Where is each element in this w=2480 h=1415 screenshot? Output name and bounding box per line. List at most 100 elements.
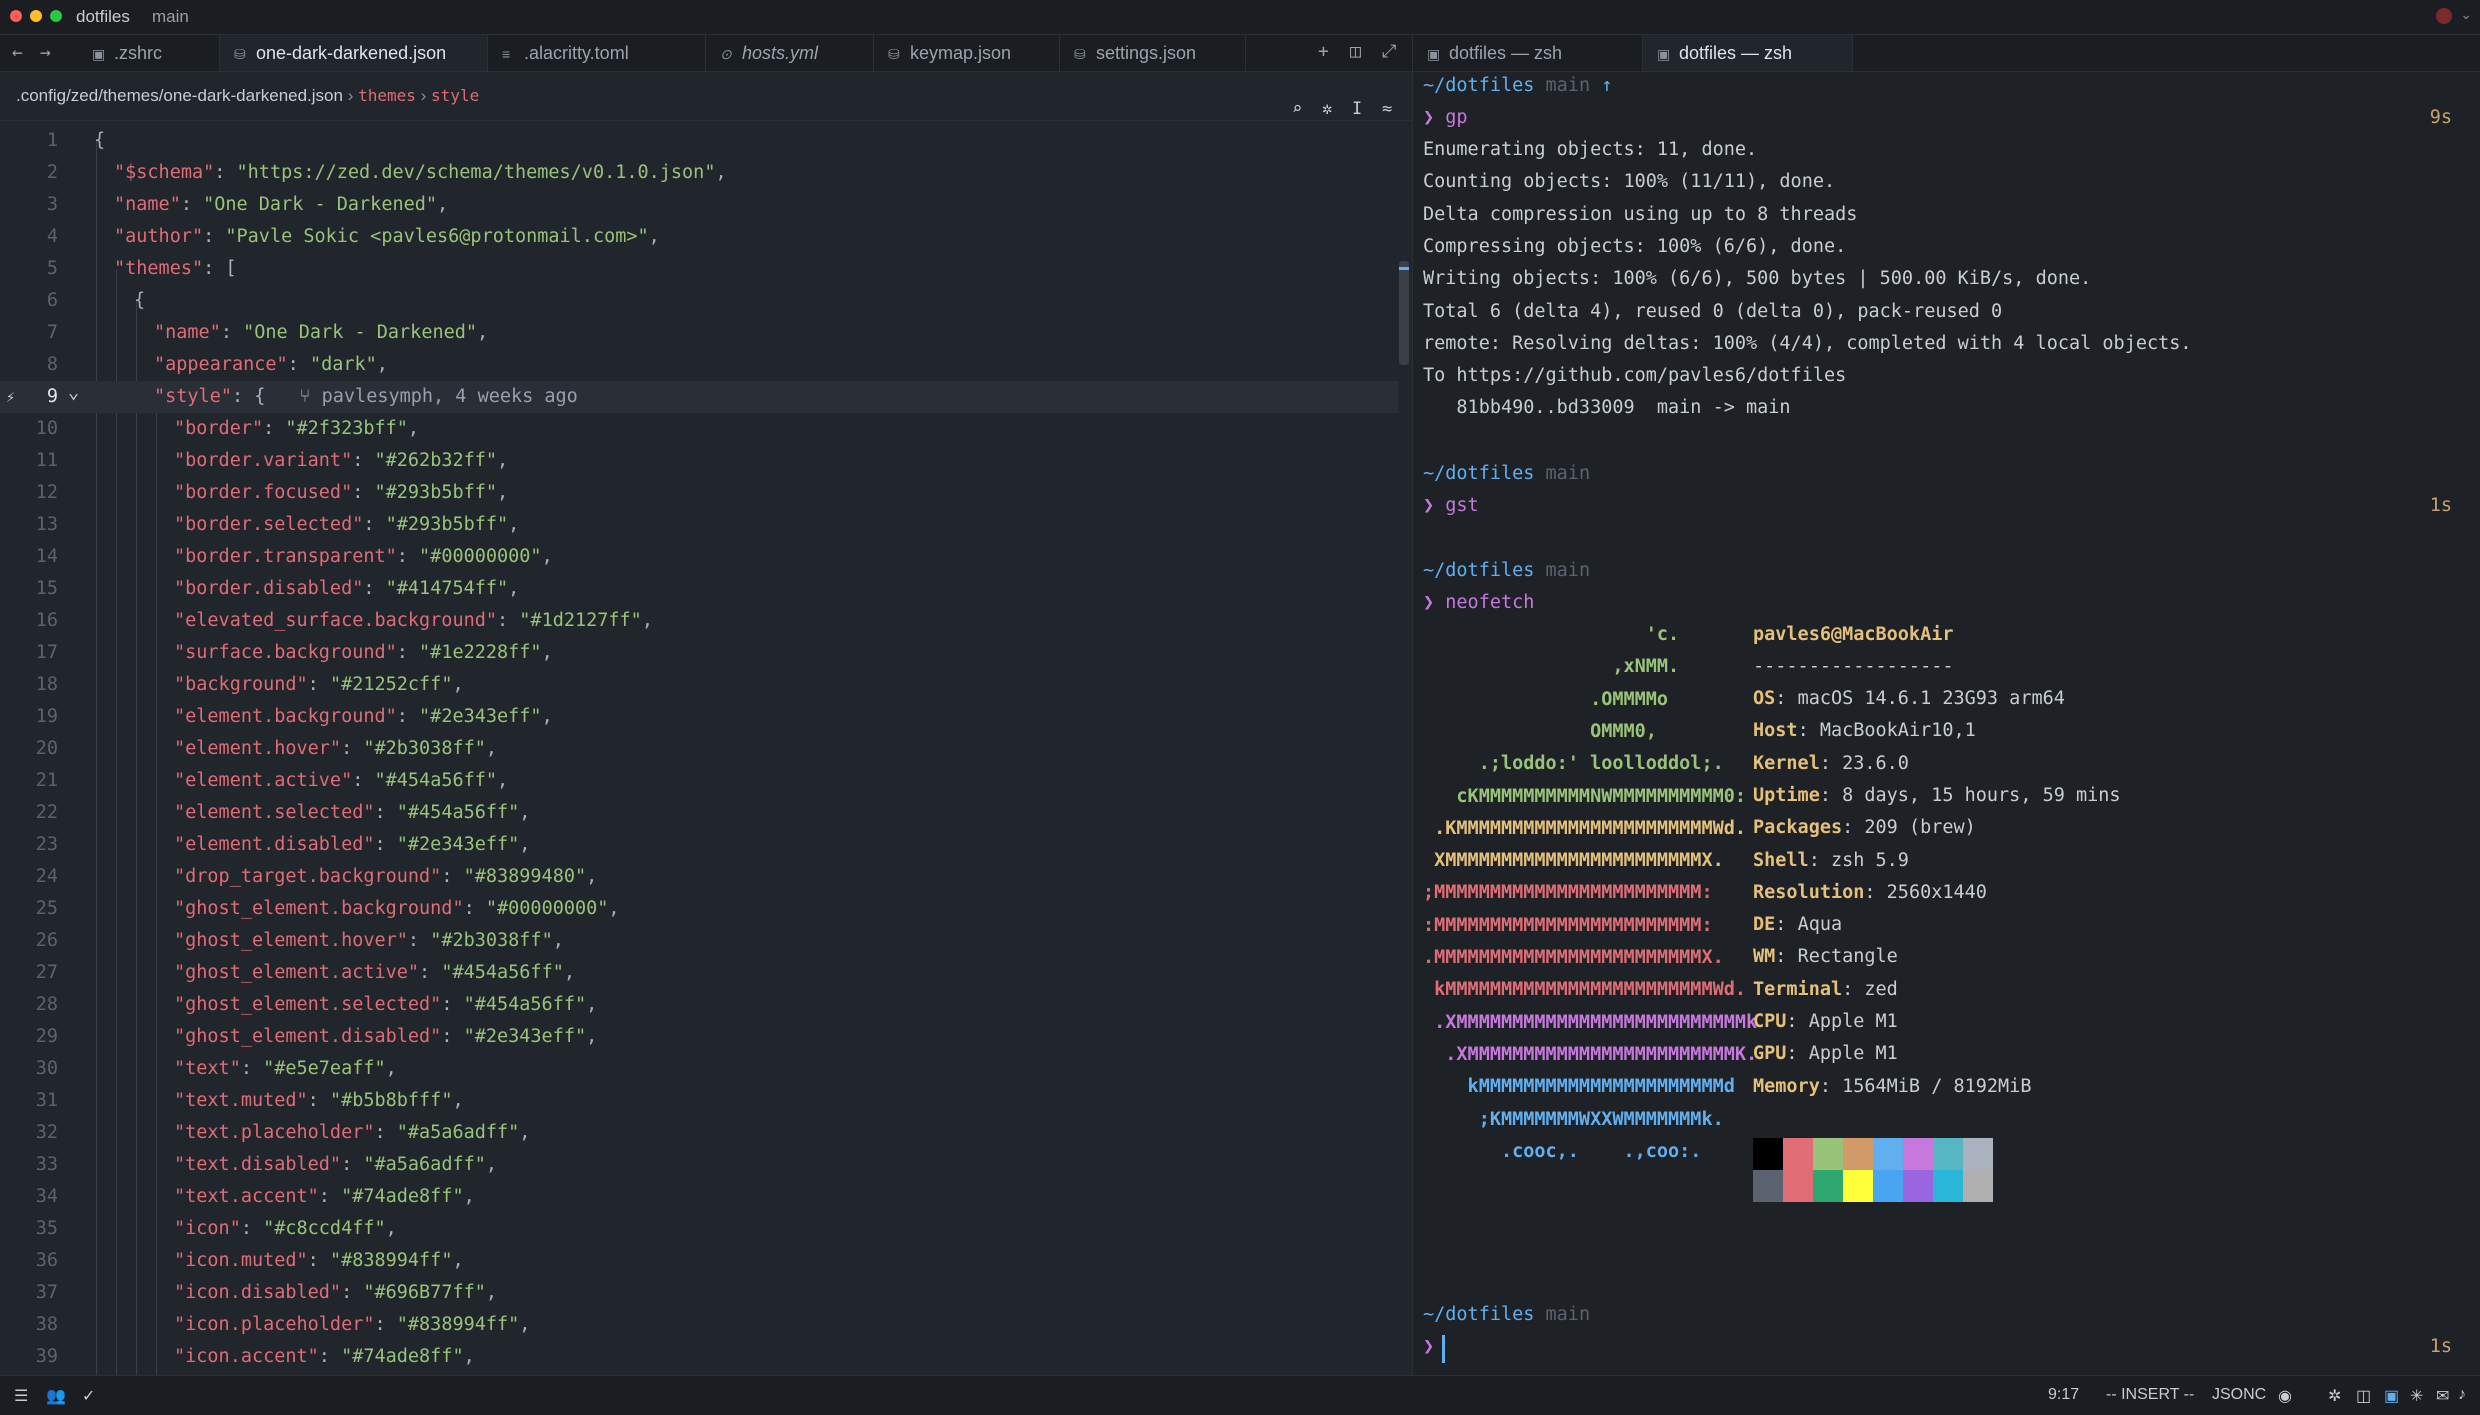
line-number[interactable]: 20 <box>0 733 58 765</box>
line-number[interactable]: 36 <box>0 1245 58 1277</box>
code-line[interactable]: 27 "ghost_element.active": "#454a56ff", <box>0 957 1398 989</box>
line-number[interactable]: 15 <box>0 573 58 605</box>
code-line[interactable]: 13 "border.selected": "#293b5bff", <box>0 509 1398 541</box>
code-line[interactable]: 33 "text.disabled": "#a5a6adff", <box>0 1149 1398 1181</box>
back-arrow-icon[interactable]: ← <box>12 42 23 63</box>
bell-icon[interactable]: ♪ <box>2458 1386 2466 1404</box>
code-line[interactable]: 6{ <box>0 285 1398 317</box>
split-pane-icon[interactable]: ◫ <box>1350 41 1361 62</box>
breadcrumb-style[interactable]: style <box>431 86 479 105</box>
git-blame-annotation[interactable]: ⑂ pavlesymph, 4 weeks ago <box>299 386 577 407</box>
code-line[interactable]: 19 "element.background": "#2e343eff", <box>0 701 1398 733</box>
line-number[interactable]: 29 <box>0 1021 58 1053</box>
line-number[interactable]: 22 <box>0 797 58 829</box>
code-line[interactable]: 9 ⚡ ⌄ "style": {⑂ pavlesymph, 4 weeks ago <box>0 381 1398 413</box>
code-line[interactable]: 1{ <box>0 125 1398 157</box>
line-number[interactable]: 35 <box>0 1213 58 1245</box>
copilot-icon[interactable]: ◉ <box>2278 1386 2292 1406</box>
tab-one-dark-darkened-json[interactable]: ⛁ one-dark-darkened.json <box>220 35 488 71</box>
code-line[interactable]: 17 "surface.background": "#1e2228ff", <box>0 637 1398 669</box>
terminal-icon[interactable]: ▣ <box>2384 1386 2399 1406</box>
code-line[interactable]: 3 "name": "One Dark - Darkened", <box>0 189 1398 221</box>
fold-chevron-icon[interactable]: ⌄ <box>68 377 79 409</box>
line-number[interactable]: 10 <box>0 413 58 445</box>
code-line[interactable]: 5 "themes": [ <box>0 253 1398 285</box>
code-line[interactable]: 15 "border.disabled": "#414754ff", <box>0 573 1398 605</box>
code-line[interactable]: 16 "elevated_surface.background": "#1d212… <box>0 605 1398 637</box>
line-number[interactable]: 1 <box>0 125 58 157</box>
line-number[interactable]: 30 <box>0 1053 58 1085</box>
project-name[interactable]: dotfiles <box>76 7 130 27</box>
debug-icon[interactable]: ✳ <box>2410 1386 2423 1406</box>
line-number[interactable]: 8 <box>0 349 58 381</box>
tab-keymap-json[interactable]: ⛁ keymap.json <box>874 35 1060 71</box>
code-line[interactable]: 10 "border": "#2f323bff", <box>0 413 1398 445</box>
line-number[interactable]: 28 <box>0 989 58 1021</box>
line-number[interactable]: 24 <box>0 861 58 893</box>
terminal-tab-1[interactable]: ▣ dotfiles — zsh <box>1413 35 1643 71</box>
line-number[interactable]: 31 <box>0 1085 58 1117</box>
breadcrumb-path[interactable]: .config/zed/themes/one-dark-darkened.jso… <box>16 86 343 105</box>
code-line[interactable]: 23 "element.disabled": "#2e343eff", <box>0 829 1398 861</box>
code-line[interactable]: 21 "element.active": "#454a56ff", <box>0 765 1398 797</box>
assistant-icon[interactable]: ✲ <box>2328 1386 2341 1406</box>
split-icon[interactable]: ◫ <box>2356 1386 2371 1406</box>
chevron-down-icon[interactable]: ⌄ <box>2460 6 2472 23</box>
line-number[interactable]: 25 <box>0 893 58 925</box>
tab-hosts-yml[interactable]: ⊙ hosts.yml <box>706 35 874 71</box>
zoom-window-button[interactable] <box>50 10 62 22</box>
maximize-icon[interactable]: ⤢ <box>1382 41 1396 62</box>
line-number[interactable]: 14 <box>0 541 58 573</box>
code-line[interactable]: 24 "drop_target.background": "#83899480", <box>0 861 1398 893</box>
branch-name[interactable]: main <box>152 7 189 27</box>
forward-arrow-icon[interactable]: → <box>40 42 51 63</box>
code-line[interactable]: 8 "appearance": "dark", <box>0 349 1398 381</box>
line-number[interactable]: 23 <box>0 829 58 861</box>
language-selector[interactable]: JSONC <box>2212 1386 2266 1404</box>
line-number[interactable]: 2 <box>0 157 58 189</box>
code-line[interactable]: 18 "background": "#21252cff", <box>0 669 1398 701</box>
tab-alacritty-toml[interactable]: ≡ .alacritty.toml <box>488 35 706 71</box>
new-tab-icon[interactable]: + <box>1318 41 1329 62</box>
line-number[interactable]: 11 <box>0 445 58 477</box>
terminal[interactable]: ~/dotfiles main ↑ ❯ gp 9s Enumerating ob… <box>1413 72 2480 1375</box>
line-number[interactable]: 34 <box>0 1181 58 1213</box>
line-number[interactable]: 18 <box>0 669 58 701</box>
code-line[interactable]: 32 "text.placeholder": "#a5a6adff", <box>0 1117 1398 1149</box>
code-line[interactable]: 31 "text.muted": "#b5b8bfff", <box>0 1085 1398 1117</box>
code-editor[interactable]: 1{2 "$schema": "https://zed.dev/schema/th… <box>0 121 1412 1375</box>
terminal-tab-2[interactable]: ▣ dotfiles — zsh <box>1643 35 1853 71</box>
line-number[interactable]: 4 <box>0 221 58 253</box>
line-number[interactable]: 7 <box>0 317 58 349</box>
line-number[interactable]: 12 <box>0 477 58 509</box>
line-number[interactable]: 21 <box>0 765 58 797</box>
line-number[interactable]: 37 <box>0 1277 58 1309</box>
line-number[interactable]: 17 <box>0 637 58 669</box>
line-number[interactable]: 39 <box>0 1341 58 1373</box>
line-number[interactable]: 3 <box>0 189 58 221</box>
code-line[interactable]: 29 "ghost_element.disabled": "#2e343eff", <box>0 1021 1398 1053</box>
chat-icon[interactable]: ✉ <box>2436 1386 2449 1406</box>
close-window-button[interactable] <box>10 10 22 22</box>
outline-icon[interactable]: ☰ <box>14 1386 28 1406</box>
editor-scrollbar[interactable] <box>1399 261 1409 365</box>
tab-zshrc[interactable]: ▣ .zshrc <box>78 35 220 71</box>
code-line[interactable]: 38 "icon.placeholder": "#838994ff", <box>0 1309 1398 1341</box>
code-line[interactable]: 34 "text.accent": "#74ade8ff", <box>0 1181 1398 1213</box>
code-line[interactable]: 14 "border.transparent": "#00000000", <box>0 541 1398 573</box>
code-line[interactable]: 37 "icon.disabled": "#696B77ff", <box>0 1277 1398 1309</box>
line-number[interactable]: 5 <box>0 253 58 285</box>
line-number[interactable]: 16 <box>0 605 58 637</box>
cursor-position[interactable]: 9:17 <box>2048 1386 2079 1404</box>
code-line[interactable]: 35 "icon": "#c8ccd4ff", <box>0 1213 1398 1245</box>
line-number[interactable]: 19 <box>0 701 58 733</box>
line-number[interactable]: 6 <box>0 285 58 317</box>
avatar[interactable] <box>2436 8 2452 24</box>
tab-settings-json[interactable]: ⛁ settings.json <box>1060 35 1246 71</box>
line-number[interactable]: 26 <box>0 925 58 957</box>
code-line[interactable]: 39 "icon.accent": "#74ade8ff", <box>0 1341 1398 1373</box>
code-line[interactable]: 30 "text": "#e5e7eaff", <box>0 1053 1398 1085</box>
collab-icon[interactable]: 👥 <box>46 1386 66 1406</box>
code-line[interactable]: 20 "element.hover": "#2b3038ff", <box>0 733 1398 765</box>
code-line[interactable]: 4 "author": "Pavle Sokic <pavles6@protonm… <box>0 221 1398 253</box>
